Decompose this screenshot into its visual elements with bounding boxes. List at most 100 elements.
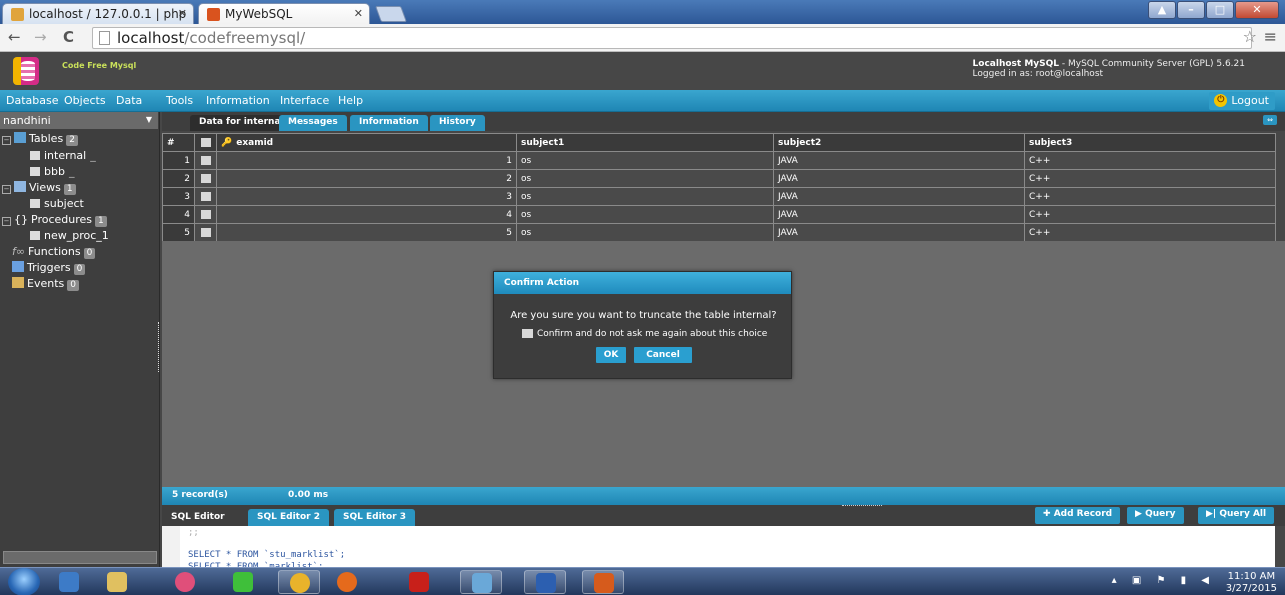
maximize-button[interactable]: □ [1206, 1, 1234, 19]
taskbar-picasa-icon[interactable] [164, 570, 206, 594]
ok-button[interactable]: OK [596, 347, 626, 363]
row-checkbox[interactable] [194, 205, 217, 224]
start-button[interactable] [8, 568, 40, 595]
menu-tools[interactable]: Tools [166, 94, 193, 107]
minimize-button[interactable]: – [1177, 1, 1205, 19]
sidebar-scrollbar[interactable] [3, 551, 157, 564]
cell-subject2[interactable]: JAVA [773, 205, 1025, 224]
tab-messages[interactable]: Messages [279, 115, 347, 131]
tab-history[interactable]: History [430, 115, 485, 131]
column-header-subject3[interactable]: subject3 [1024, 133, 1276, 152]
taskbar-acrobat-icon[interactable] [398, 570, 440, 594]
taskbar-xampp-icon[interactable] [582, 570, 624, 594]
url-input[interactable]: localhost/codefreemysql/ [92, 27, 1252, 49]
menu-data[interactable]: Data [116, 94, 142, 107]
collapse-icon[interactable]: − [2, 185, 11, 194]
menu-information[interactable]: Information [206, 94, 270, 107]
taskbar-media-icon[interactable] [460, 570, 502, 594]
back-arrow-icon[interactable]: ← [8, 28, 21, 46]
column-header-subject1[interactable]: subject1 [516, 133, 774, 152]
dont-ask-again-option[interactable]: Confirm and do not ask me again about th… [522, 329, 767, 339]
tree-procedure-new-proc-1[interactable]: new_proc_1 [30, 229, 109, 242]
cell-subject1[interactable]: os [516, 187, 774, 206]
cell-subject3[interactable]: C++ [1024, 187, 1276, 206]
cell-examid[interactable]: 3 [216, 187, 517, 206]
tree-tables[interactable]: − Tables 2 [2, 132, 78, 146]
column-header-subject2[interactable]: subject2 [773, 133, 1025, 152]
bookmark-star-icon[interactable]: ☆ [1243, 27, 1257, 46]
drag-handle[interactable] [842, 505, 882, 508]
browser-menu-icon[interactable]: ≡ [1264, 27, 1277, 46]
new-tab-button[interactable] [375, 6, 407, 22]
tree-procedures[interactable]: −{} Procedures 1 [2, 213, 107, 227]
tab-sql-editor[interactable]: SQL Editor [162, 509, 234, 526]
cell-subject2[interactable]: JAVA [773, 151, 1025, 170]
row-checkbox[interactable] [194, 151, 217, 170]
tab-information[interactable]: Information [350, 115, 428, 131]
table-row[interactable]: 3 3 os JAVA C++ [162, 187, 1276, 206]
taskbar-chrome-icon[interactable] [278, 570, 320, 594]
column-header-rownum[interactable]: # [162, 133, 195, 152]
sql-editor[interactable]: ;; SELECT * FROM `stu_marklist`; SELECT … [162, 526, 1275, 572]
row-checkbox[interactable] [194, 169, 217, 188]
cell-examid[interactable]: 5 [216, 223, 517, 242]
user-icon[interactable]: ▲ [1148, 1, 1176, 19]
tree-table-internal[interactable]: internal _ [30, 149, 96, 162]
tree-triggers[interactable]: Triggers 0 [12, 261, 86, 275]
tab-sql-editor-3[interactable]: SQL Editor 3 [334, 509, 415, 526]
row-checkbox[interactable] [194, 187, 217, 206]
browser-tab-phpmyadmin[interactable]: localhost / 127.0.0.1 | php ✕ [2, 3, 194, 24]
cell-subject1[interactable]: os [516, 169, 774, 188]
cell-subject3[interactable]: C++ [1024, 223, 1276, 242]
menu-interface[interactable]: Interface [280, 94, 329, 107]
cell-examid[interactable]: 1 [216, 151, 517, 170]
cancel-button[interactable]: Cancel [634, 347, 692, 363]
system-tray-icons[interactable]: ▴ ▣ ⚑ ▮ ◀ [1112, 575, 1215, 586]
menu-help[interactable]: Help [338, 94, 363, 107]
database-select[interactable]: nandhini ▼ [0, 112, 158, 129]
close-window-button[interactable]: ✕ [1235, 1, 1279, 19]
cell-subject3[interactable]: C++ [1024, 205, 1276, 224]
tab-sql-editor-2[interactable]: SQL Editor 2 [248, 509, 329, 526]
tree-table-bbb[interactable]: bbb _ [30, 165, 74, 178]
tree-view-subject[interactable]: subject [30, 197, 84, 210]
forward-arrow-icon[interactable]: → [34, 28, 47, 46]
taskbar-explorer-icon[interactable] [96, 570, 138, 594]
menu-objects[interactable]: Objects [64, 94, 106, 107]
cell-subject2[interactable]: JAVA [773, 223, 1025, 242]
collapse-icon[interactable]: − [2, 136, 11, 145]
taskbar-clock[interactable]: 11:10 AM 3/27/2015 [1226, 571, 1277, 595]
taskbar-android-studio-icon[interactable] [222, 570, 264, 594]
tree-events[interactable]: Events 0 [12, 277, 79, 291]
taskbar-network-icon[interactable] [48, 570, 90, 594]
browser-tab-mywebsql[interactable]: MyWebSQL ✕ [198, 3, 370, 24]
table-row[interactable]: 5 5 os JAVA C++ [162, 223, 1276, 242]
query-all-button[interactable]: ▶| Query All [1198, 507, 1275, 524]
select-all-checkbox[interactable] [194, 133, 217, 152]
close-tab-icon[interactable]: ✕ [178, 7, 187, 20]
cell-examid[interactable]: 2 [216, 169, 517, 188]
resize-panel-icon[interactable]: ⇔ [1263, 115, 1277, 125]
taskbar-firefox-icon[interactable] [326, 570, 368, 594]
table-row[interactable]: 1 1 os JAVA C++ [162, 151, 1276, 170]
cell-subject2[interactable]: JAVA [773, 169, 1025, 188]
query-button[interactable]: ▶ Query [1127, 507, 1184, 524]
dont-ask-checkbox[interactable] [522, 329, 533, 338]
column-header-examid[interactable]: 🔑 examid [216, 133, 517, 152]
logout-button[interactable]: ⏻ Logout [1209, 92, 1275, 110]
cell-subject1[interactable]: os [516, 151, 774, 170]
add-record-button[interactable]: ✚ Add Record [1035, 507, 1121, 524]
cell-examid[interactable]: 4 [216, 205, 517, 224]
sidebar-splitter[interactable] [158, 322, 161, 372]
table-row[interactable]: 4 4 os JAVA C++ [162, 205, 1276, 224]
tree-views[interactable]: − Views 1 [2, 181, 76, 195]
cell-subject3[interactable]: C++ [1024, 169, 1276, 188]
cell-subject2[interactable]: JAVA [773, 187, 1025, 206]
reload-icon[interactable]: C [63, 28, 74, 46]
menu-database[interactable]: Database [6, 94, 59, 107]
table-row[interactable]: 2 2 os JAVA C++ [162, 169, 1276, 188]
cell-subject1[interactable]: os [516, 205, 774, 224]
taskbar-word-icon[interactable] [524, 570, 566, 594]
tree-functions[interactable]: f∞ Functions 0 [12, 245, 96, 259]
row-checkbox[interactable] [194, 223, 217, 242]
